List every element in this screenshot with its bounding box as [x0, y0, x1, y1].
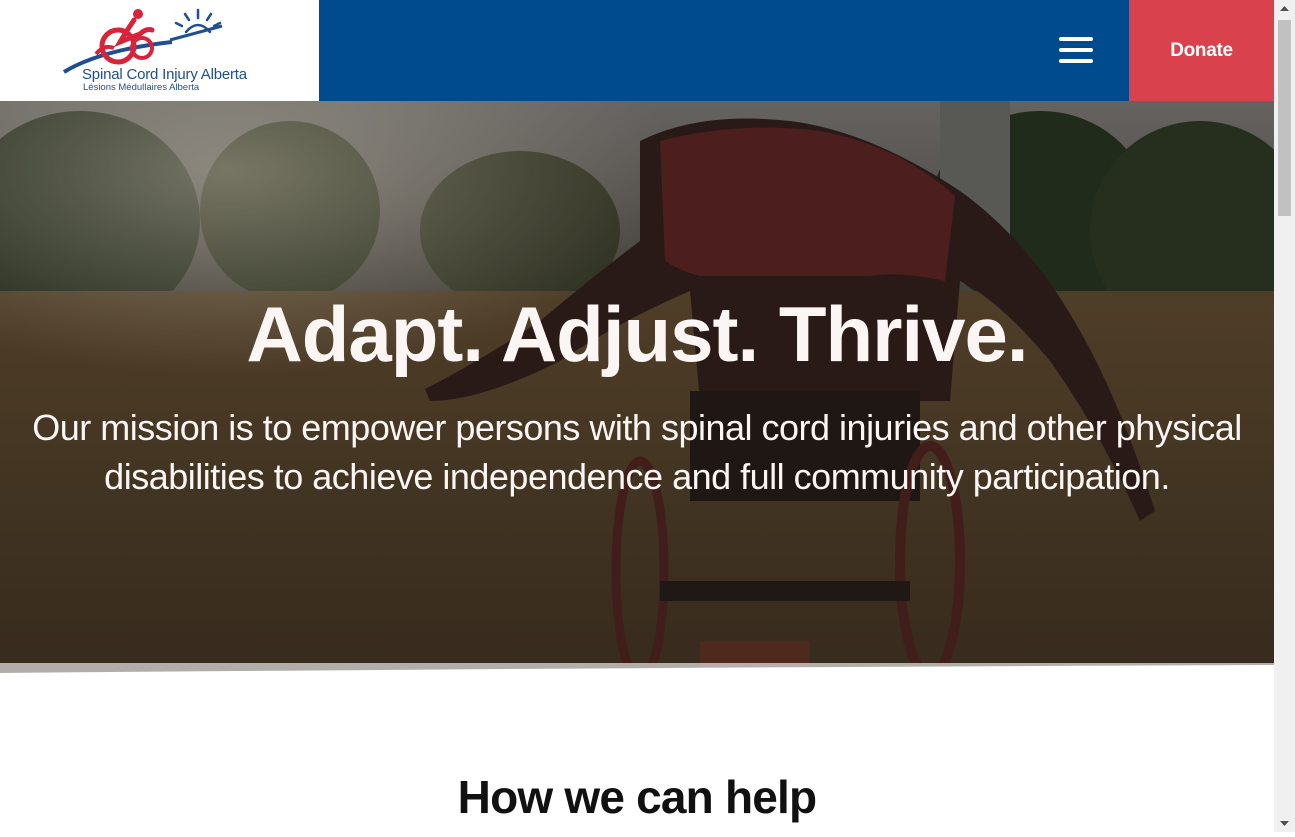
logo-link[interactable]: Spinal Cord Injury Alberta Lésions Médul… [0, 0, 319, 101]
site-header: Spinal Cord Injury Alberta Lésions Médul… [0, 0, 1274, 101]
page: Spinal Cord Injury Alberta Lésions Médul… [0, 0, 1274, 832]
hamburger-menu-icon [1059, 37, 1093, 41]
page-scrollbar[interactable] [1274, 0, 1295, 832]
donate-button[interactable]: Donate [1129, 0, 1274, 101]
chevron-down-icon [1280, 821, 1289, 826]
scrollbar-thumb[interactable] [1278, 20, 1291, 216]
scroll-up-button[interactable] [1274, 0, 1295, 18]
logo-subtitle: Lésions Médullaires Alberta [83, 82, 200, 93]
scroll-down-button[interactable] [1274, 814, 1295, 832]
hero-mission: Our mission is to empower persons with s… [32, 407, 1242, 497]
hamburger-menu-icon [1059, 59, 1093, 63]
chevron-up-icon [1280, 6, 1289, 11]
section-title: How we can help [457, 771, 817, 823]
hero-image [0, 101, 1274, 685]
nav-bar [319, 0, 1129, 101]
hero-banner: Adapt. Adjust. Thrive. Our mission is to… [0, 101, 1274, 685]
hero-title: Adapt. Adjust. Thrive. [246, 290, 1028, 378]
logo-name: Spinal Cord Injury Alberta [82, 66, 247, 83]
hamburger-menu-icon [1059, 48, 1093, 52]
menu-button[interactable] [1053, 33, 1099, 67]
